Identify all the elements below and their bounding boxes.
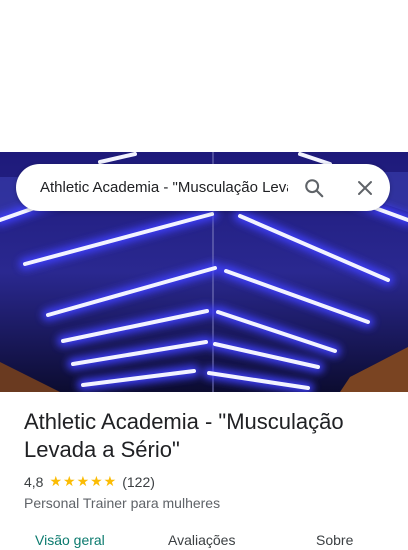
tab-overview[interactable]: Visão geral — [35, 532, 105, 548]
rating-value: 4,8 — [24, 473, 44, 490]
tab-reviews[interactable]: Avaliações — [168, 532, 235, 548]
search-icon — [305, 179, 324, 198]
map-area — [0, 0, 408, 152]
reviews-count[interactable]: (122) — [122, 474, 155, 490]
star-rating-icon: ★★★★★ — [49, 473, 118, 489]
tab-bar: Visão geral Avaliações Sobre — [0, 530, 408, 550]
close-button[interactable] — [351, 174, 379, 202]
place-info: Athletic Academia - "Musculação Levada a… — [24, 408, 394, 511]
rating-row[interactable]: 4,8 ★★★★★ (122) — [24, 473, 394, 490]
search-input[interactable]: Athletic Academia - "Musculação Levada a… — [40, 179, 288, 196]
search-button[interactable] — [300, 174, 328, 202]
close-icon — [358, 181, 372, 195]
place-category[interactable]: Personal Trainer para mulheres — [24, 495, 394, 511]
search-bar[interactable]: Athletic Academia - "Musculação Levada a… — [16, 164, 390, 211]
place-title: Athletic Academia - "Musculação Levada a… — [24, 409, 344, 462]
tab-about[interactable]: Sobre — [316, 532, 353, 548]
